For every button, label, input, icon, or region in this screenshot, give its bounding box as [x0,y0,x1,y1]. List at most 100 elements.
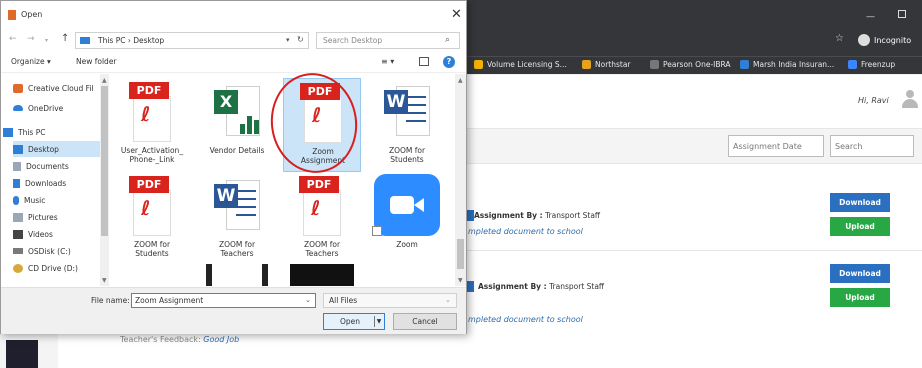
file-item[interactable]: X Vendor Details [198,78,276,172]
nav-item-documents[interactable]: Documents [13,158,101,174]
nav-item-desktop[interactable]: Desktop [13,141,101,157]
close-icon[interactable]: ✕ [451,7,462,22]
shortcut-arrow-icon [372,226,382,236]
file-list-scroll-thumb[interactable] [457,239,464,269]
star-icon[interactable]: ☆ [835,33,844,44]
file-item[interactable]: W ZOOM for Students [368,78,446,172]
cd-icon [13,263,23,273]
zoom-icon [372,174,440,236]
scroll-up-icon[interactable]: ▲ [458,77,463,84]
recent-dropdown-icon[interactable]: ▾ [45,37,48,44]
scroll-down-icon[interactable]: ▼ [102,277,107,284]
assignment-instruction: mpleted document to school [468,315,583,324]
pc-icon [80,37,90,44]
organize-button[interactable]: Organize ▾ [11,57,51,66]
downloads-icon [13,178,20,188]
file-name: Zoom [396,240,418,249]
bookmark-item[interactable]: Northstar [582,60,631,69]
dialog-titlebar: Open ✕ [1,1,466,29]
search-desktop-input[interactable]: Search Desktop ⌕ [316,32,460,49]
nav-item-osdisk[interactable]: OSDisk (C:) [13,243,101,259]
pdf-icon: PDF ℓ [129,82,175,142]
chevron-down-icon[interactable]: ⌄ [445,296,451,304]
cancel-button[interactable]: Cancel [393,313,457,330]
breadcrumb: This PC › Desktop [98,36,165,45]
bookmark-favicon-icon [740,60,749,69]
nav-pane-scroll-thumb[interactable] [101,86,108,236]
upload-button[interactable]: Upload [830,288,890,307]
nav-item-videos[interactable]: Videos [13,226,101,242]
file-item[interactable]: Zoom [368,172,446,266]
chevron-down-icon[interactable]: ⌄ [305,296,311,304]
desktop-icon [13,144,23,154]
upload-button[interactable]: Upload [830,217,890,236]
incognito-icon [858,34,870,46]
pdf-icon: PDF ℓ [129,176,175,236]
nav-item-music[interactable]: Music [13,192,101,208]
file-name-input[interactable]: Zoom Assignment [131,293,316,308]
refresh-icon[interactable]: ↻ [297,35,304,44]
assignment-date-input[interactable]: Assignment Date [728,135,824,157]
scroll-up-icon[interactable]: ▲ [102,77,107,84]
search-icon: ⌕ [445,35,451,45]
search-input[interactable]: Search [830,135,914,157]
video-thumbnail-icon[interactable] [206,264,268,286]
open-file-dialog: Open ✕ ← → ▾ ↑ This PC › Desktop ▾ ↻ Sea… [0,0,467,334]
bookmark-item[interactable]: Marsh India Insuran... [740,60,834,69]
nav-item-downloads[interactable]: Downloads [13,175,101,191]
download-button[interactable]: Download [830,193,890,212]
download-button[interactable]: Download [830,264,890,283]
up-arrow-icon[interactable]: ↑ [61,33,69,44]
onedrive-icon [13,105,23,111]
nav-item-creative-cloud[interactable]: Creative Cloud Fil [13,80,101,96]
word-icon: W [384,84,432,140]
assignment-instruction: mpleted document to school [468,227,583,236]
maximize-button[interactable] [898,10,906,18]
sidebar-dark-block [6,340,38,368]
open-dropdown-icon[interactable]: ▼ [374,316,383,327]
preview-pane-icon[interactable] [419,57,429,66]
bookmark-favicon-icon [582,60,591,69]
file-item[interactable]: PDF ℓ User_Activation_ Phone-_Link [113,78,191,172]
chevron-down-icon[interactable]: ▾ [286,36,290,44]
open-button[interactable]: Open ▼ [323,313,385,330]
bookmark-item[interactable]: Freenzup [848,60,895,69]
incognito-indicator[interactable]: Incognito [858,34,911,46]
new-folder-button[interactable]: New folder [76,57,117,66]
bookmark-favicon-icon [474,60,483,69]
nav-item-onedrive[interactable]: OneDrive [13,100,101,116]
excel-icon: X [214,84,262,140]
teacher-feedback: Teacher's Feedback: Good Job [120,335,240,344]
file-item[interactable]: PDF ℓ ZOOM for Students [113,172,191,266]
dialog-toolbar: Organize ▾ New folder ≡ ▾ ? [1,51,466,73]
scroll-down-icon[interactable]: ▼ [458,277,463,284]
view-options-icon[interactable]: ≡ ▾ [381,57,394,66]
navigation-pane: Creative Cloud Fil OneDrive This PC Desk… [1,74,109,286]
file-name: ZOOM for Teachers [218,240,256,258]
avatar[interactable] [900,88,920,110]
pdf-icon[interactable] [466,281,474,292]
app-icon [8,10,16,20]
address-bar[interactable]: This PC › Desktop ▾ [75,32,309,49]
file-item[interactable]: W ZOOM for Teachers [198,172,276,266]
file-type-select[interactable]: All Files [323,293,457,308]
help-icon[interactable]: ? [443,56,455,68]
incognito-label: Incognito [874,35,912,45]
nav-item-pictures[interactable]: Pictures [13,209,101,225]
pc-icon [3,127,13,137]
back-arrow-icon[interactable]: ← [9,34,17,44]
nav-item-this-pc[interactable]: This PC [3,124,91,140]
pdf-icon: PDF ℓ [299,176,345,236]
disk-icon [13,248,23,254]
bookmark-item[interactable]: Volume Licensing S... [474,60,567,69]
documents-icon [13,161,21,171]
video-thumbnail-icon[interactable] [290,264,354,286]
forward-arrow-icon[interactable]: → [27,34,35,44]
user-greeting: Hi, Ravi [858,96,889,105]
assignment-by: Assignment By : Transport Staff [474,211,601,220]
file-item[interactable]: PDF ℓ ZOOM for Teachers [283,172,361,266]
bookmark-item[interactable]: Pearson One-IBRA [650,60,731,69]
nav-item-cd-drive[interactable]: CD Drive (D:) [13,260,101,276]
minimize-button[interactable]: — [866,12,875,22]
pdf-icon[interactable] [466,210,474,221]
